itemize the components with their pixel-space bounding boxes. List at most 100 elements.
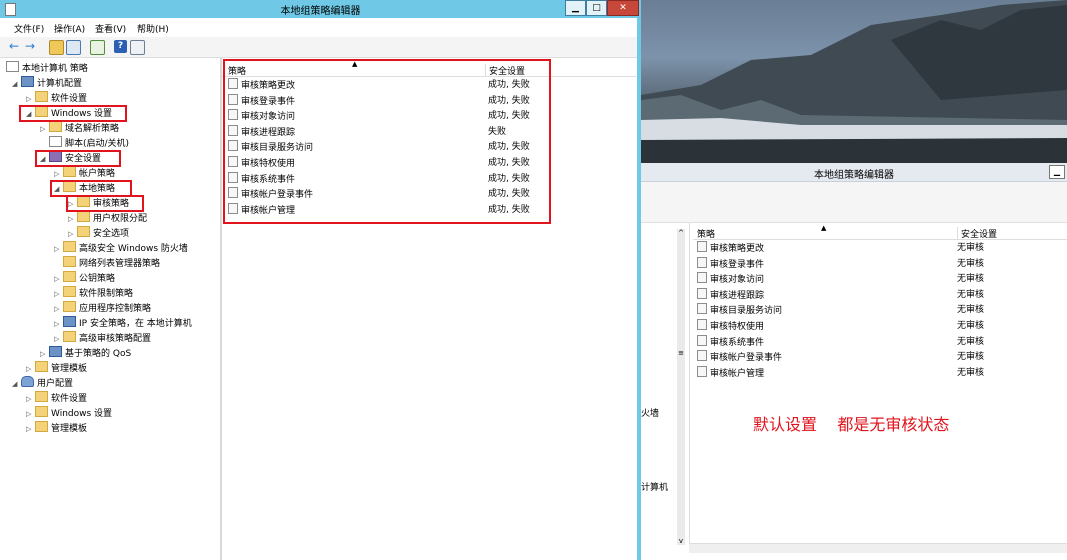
folder-icon — [63, 271, 76, 282]
collapse-arrow-icon[interactable]: ▷ — [54, 167, 63, 181]
tree-item[interactable]: ▷ IP 安全策略，在 本地计算机 — [54, 316, 192, 330]
background-window-titlebar[interactable]: 本地组策略编辑器 ▁ — [641, 163, 1067, 182]
list-item[interactable]: 审核目录服务访问 — [697, 303, 782, 318]
folder-icon — [35, 421, 48, 432]
list-item[interactable]: 审核登录事件 — [697, 256, 764, 272]
maximize-button[interactable]: □ — [586, 0, 607, 16]
collapse-arrow-icon[interactable]: ▷ — [68, 227, 77, 241]
background-gpo-window[interactable]: 本地组策略编辑器 ▁ 火墙 计算机 ^ ≡ v 策略 ▲ 安全设置 审核策略更改… — [641, 163, 1067, 560]
collapse-arrow-icon[interactable]: ▷ — [40, 122, 49, 136]
ip-security-icon — [63, 316, 76, 327]
list-item[interactable]: 审核进程跟踪 — [697, 287, 764, 303]
security-setting-value: 无审核 — [957, 367, 985, 378]
tree-item[interactable]: 脚本(启动/关机) — [40, 136, 129, 150]
gpo-editor-window[interactable]: 本地组策略编辑器 ▁ □ ✕ 文件(F) 操作(A) 查看(V) 帮助(H) ←… — [0, 0, 641, 560]
list-item[interactable]: 审核策略更改 — [697, 241, 764, 256]
tree-item[interactable]: ▷ 应用程序控制策略 — [54, 301, 151, 315]
tree-item[interactable]: ▷ 帐户策略 — [54, 166, 115, 180]
list-item[interactable]: 审核帐户管理 — [697, 365, 764, 381]
background-tree-scrollbar[interactable]: ^ ≡ v — [677, 229, 685, 545]
list-item[interactable]: 审核对象访问 — [697, 272, 764, 287]
security-setting-value: 无审核 — [957, 289, 985, 300]
export-list-icon[interactable] — [90, 40, 105, 55]
tree-item[interactable]: ▷ Windows 设置 — [26, 406, 112, 420]
folder-icon — [35, 406, 48, 417]
policy-icon — [697, 272, 707, 284]
menu-action[interactable]: 操作(A) — [54, 22, 85, 35]
tree-item[interactable]: 网络列表管理器策略 — [54, 256, 160, 270]
collapse-arrow-icon[interactable]: ▷ — [54, 332, 63, 346]
menu-view[interactable]: 查看(V) — [95, 22, 126, 35]
tree-item[interactable]: ▷ 基于策略的 QoS — [40, 346, 131, 360]
qos-chart-icon — [49, 346, 62, 357]
policy-icon — [697, 241, 707, 252]
background-list: 审核策略更改 审核登录事件 审核对象访问 审核进程跟踪 审核目录服务访问 审核特… — [693, 241, 1067, 391]
scroll-thumb[interactable]: ≡ — [677, 349, 685, 369]
tree-item[interactable]: ▷ 公钥策略 — [54, 271, 115, 285]
list-item[interactable]: 审核系统事件 — [697, 334, 764, 350]
show-hide-tree-icon[interactable] — [66, 40, 81, 55]
expand-arrow-icon[interactable]: ◢ — [12, 377, 21, 391]
computer-icon — [21, 76, 34, 87]
tree-item[interactable]: ▷ 软件限制策略 — [54, 286, 133, 300]
column-header-setting[interactable]: 安全设置 — [957, 227, 997, 240]
background-window-minimize-button[interactable]: ▁ — [1049, 165, 1065, 179]
forward-arrow-icon[interactable]: → — [25, 40, 38, 53]
tree-item[interactable]: ▷ 管理模板 — [26, 361, 87, 375]
policy-document-icon — [6, 61, 19, 72]
tree-fragment: 计算机 — [641, 483, 669, 493]
menu-bar: 文件(F) 操作(A) 查看(V) 帮助(H) — [0, 19, 641, 36]
tree-item[interactable]: ▷ 软件设置 — [26, 91, 87, 105]
collapse-arrow-icon[interactable]: ▷ — [26, 92, 35, 106]
folder-icon — [35, 391, 48, 402]
folder-icon — [35, 91, 48, 102]
scroll-down-icon[interactable]: v — [677, 537, 685, 545]
policy-icon — [697, 319, 707, 330]
collapse-arrow-icon[interactable]: ▷ — [54, 317, 63, 331]
properties-icon[interactable] — [130, 40, 145, 55]
minimize-button[interactable]: ▁ — [565, 0, 586, 16]
security-setting-value: 无审核 — [957, 274, 985, 285]
window-titlebar[interactable]: 本地组策略编辑器 ▁ □ ✕ — [0, 0, 641, 18]
policy-icon — [697, 334, 707, 346]
collapse-arrow-icon[interactable]: ▷ — [68, 212, 77, 226]
tree-item[interactable]: ▷ 高级安全 Windows 防火墙 — [54, 241, 188, 255]
collapse-arrow-icon[interactable]: ▷ — [26, 422, 35, 436]
menu-file[interactable]: 文件(F) — [14, 22, 44, 35]
collapse-arrow-icon[interactable]: ▷ — [26, 392, 35, 406]
folder-icon — [63, 331, 76, 342]
up-folder-icon[interactable] — [49, 40, 64, 55]
tree-item[interactable]: ▷ 用户权限分配 — [68, 211, 147, 225]
tree-item[interactable]: ▷ 安全选项 — [68, 226, 129, 240]
tree-item[interactable]: ▷ 管理模板 — [26, 421, 87, 435]
menu-help[interactable]: 帮助(H) — [137, 22, 169, 35]
security-setting-value: 无审核 — [957, 243, 985, 253]
expand-arrow-icon[interactable]: ◢ — [12, 77, 21, 91]
collapse-arrow-icon[interactable]: ▷ — [40, 347, 49, 361]
collapse-arrow-icon[interactable]: ▷ — [54, 242, 63, 256]
tree-item[interactable]: ▷ 软件设置 — [26, 391, 87, 405]
scroll-up-icon[interactable]: ^ — [677, 229, 685, 237]
collapse-arrow-icon[interactable]: ▷ — [54, 287, 63, 301]
tree-item[interactable]: 本地计算机 策略 — [6, 61, 88, 75]
list-item[interactable]: 审核特权使用 — [697, 319, 764, 334]
help-icon[interactable]: ? — [114, 40, 127, 53]
folder-icon — [63, 301, 76, 312]
column-header-policy[interactable]: 策略 — [697, 227, 715, 240]
collapse-arrow-icon[interactable]: ▷ — [54, 272, 63, 286]
background-horizontal-scrollbar[interactable] — [689, 543, 1067, 553]
tree-item[interactable]: ▷ 高级审核策略配置 — [54, 331, 151, 345]
collapse-arrow-icon[interactable]: ▷ — [26, 362, 35, 376]
list-item[interactable]: 审核帐户登录事件 — [697, 350, 782, 365]
security-setting-value: 无审核 — [957, 336, 985, 347]
collapse-arrow-icon[interactable]: ▷ — [26, 407, 35, 421]
collapse-arrow-icon[interactable]: ▷ — [54, 302, 63, 316]
background-window-toolbar — [641, 182, 1067, 223]
close-button[interactable]: ✕ — [607, 0, 639, 16]
back-arrow-icon[interactable]: ← — [9, 40, 22, 53]
highlight-windows-settings — [19, 105, 127, 122]
folder-icon — [63, 166, 76, 177]
tree-item[interactable]: ▷ 域名解析策略 — [40, 121, 119, 135]
tree-item[interactable]: ◢ 用户配置 — [12, 376, 73, 390]
tree-item[interactable]: ◢ 计算机配置 — [12, 76, 82, 90]
